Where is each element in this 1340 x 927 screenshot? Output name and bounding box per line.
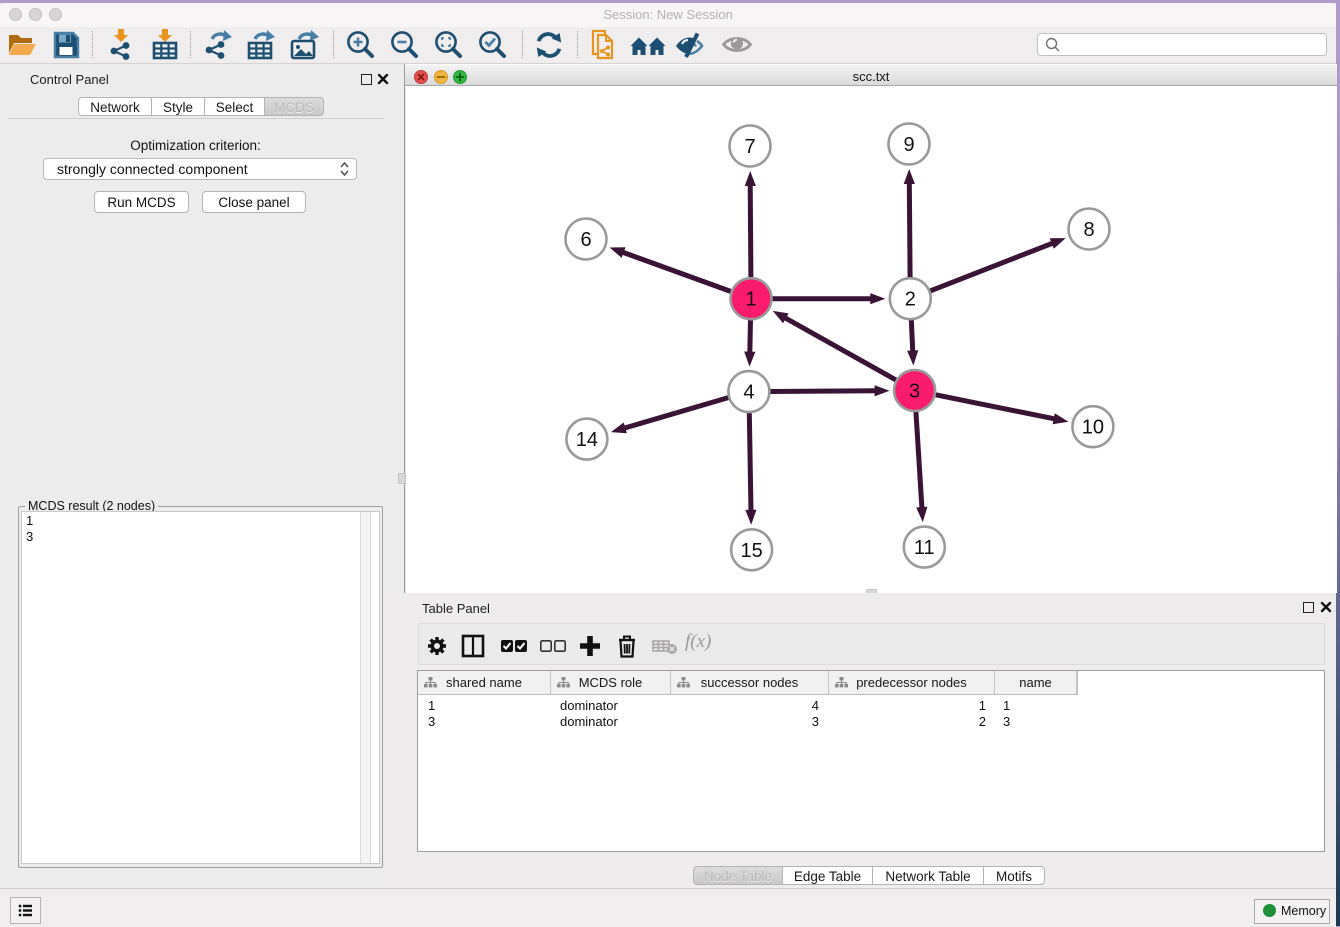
svg-text:7: 7 [744, 136, 755, 158]
svg-text:1: 1 [745, 289, 756, 311]
svg-text:8: 8 [1083, 219, 1094, 241]
svg-text:10: 10 [1082, 417, 1104, 439]
svg-text:11: 11 [914, 537, 935, 559]
svg-text:15: 15 [740, 540, 762, 562]
svg-text:14: 14 [576, 429, 598, 451]
svg-text:4: 4 [743, 382, 754, 404]
svg-text:2: 2 [905, 289, 916, 311]
svg-text:9: 9 [903, 134, 914, 156]
svg-text:6: 6 [580, 229, 591, 251]
svg-text:3: 3 [909, 381, 920, 403]
